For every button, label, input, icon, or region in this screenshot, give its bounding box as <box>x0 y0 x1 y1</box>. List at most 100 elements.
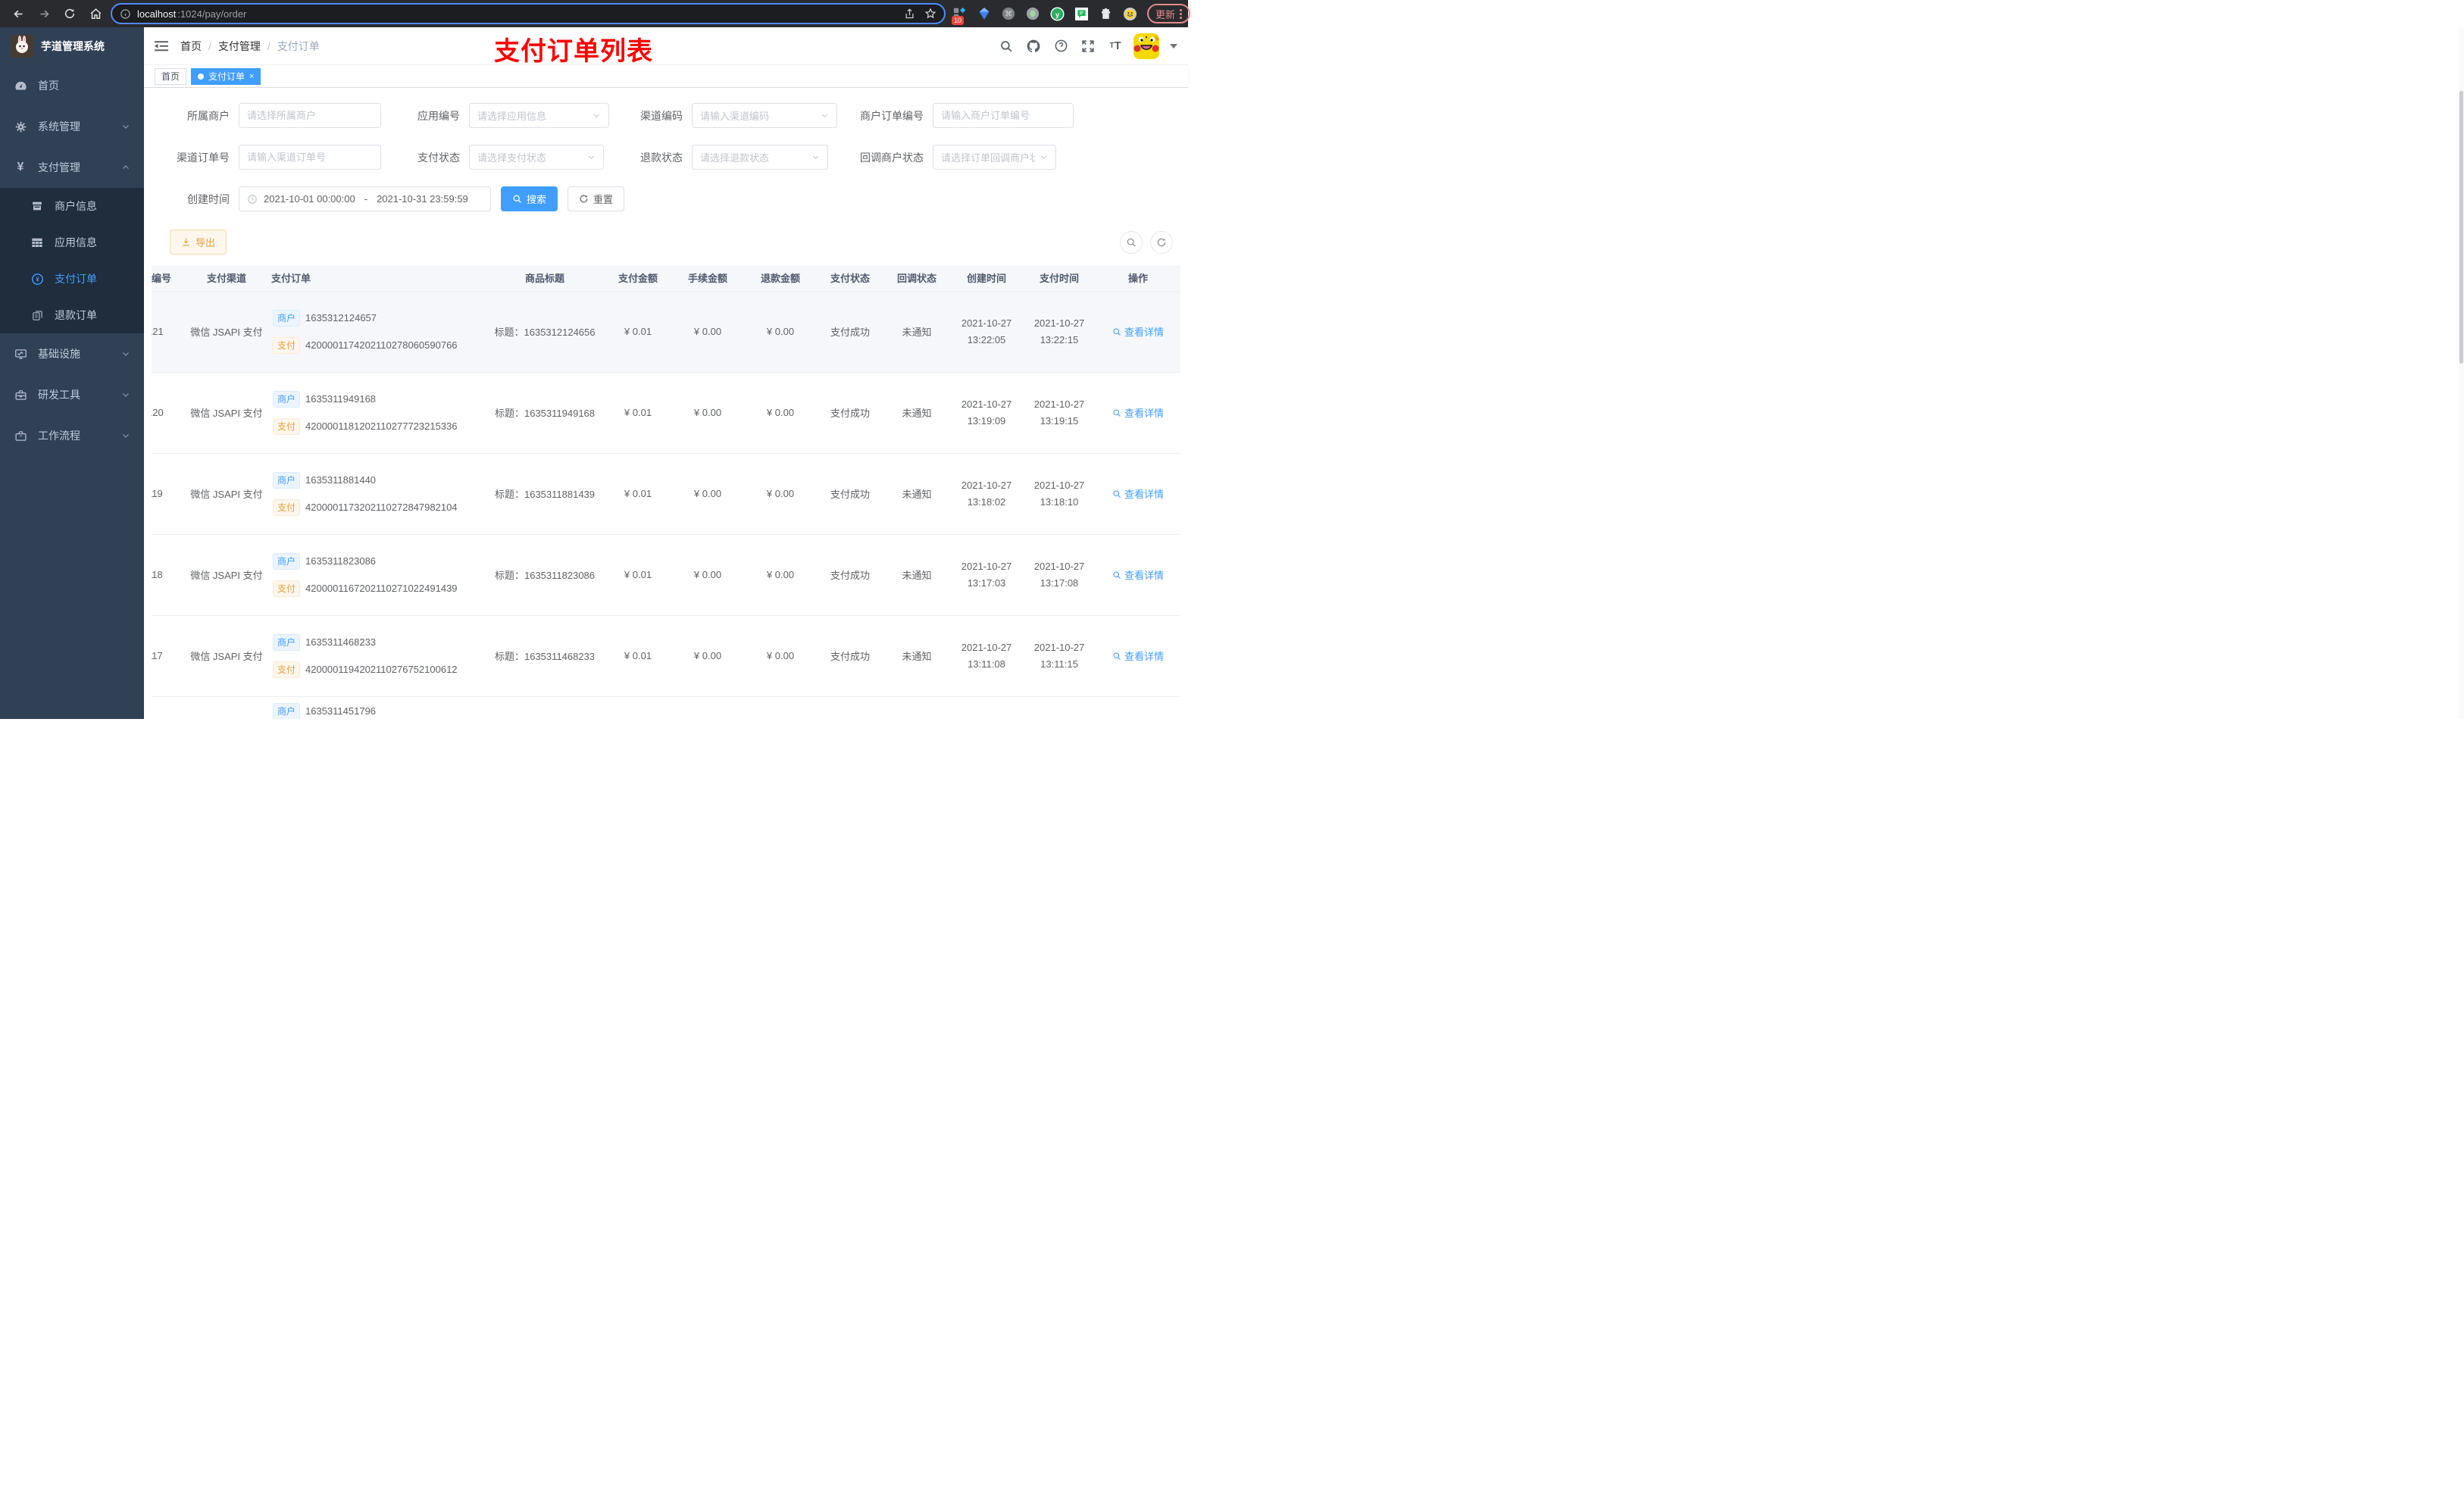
fullscreen-icon[interactable] <box>1079 37 1097 55</box>
browser-menu-icon[interactable] <box>1180 8 1183 19</box>
range-separator: - <box>364 193 368 205</box>
extensions-puzzle-icon[interactable] <box>1096 4 1115 23</box>
table-toolbar: 导出 <box>144 228 1188 262</box>
pay-channel: 微信 JSAPI 支付 <box>182 615 271 697</box>
back-icon[interactable] <box>8 3 29 24</box>
address-bar[interactable]: localhost:1024/pay/order <box>111 3 946 24</box>
range-start: 2021-10-01 00:00:00 <box>264 193 355 205</box>
extension-grid-icon[interactable]: 10 <box>950 4 970 25</box>
extension-y-icon[interactable]: y <box>1047 4 1067 23</box>
sidebar-item-label: 退款订单 <box>55 309 97 321</box>
refund-amount: ¥ 0.00 <box>744 534 817 616</box>
pay-order-no: 4200001174202110278060590766 <box>305 339 458 351</box>
chevron-down-icon <box>121 349 130 358</box>
extension-record-icon[interactable] <box>1023 4 1043 23</box>
site-info-icon[interactable] <box>120 8 131 20</box>
view-detail-link[interactable]: 查看详情 <box>1112 649 1164 663</box>
breadcrumb-home[interactable]: 首页 <box>180 39 202 54</box>
sidebar-item-app-info[interactable]: 应用信息 <box>0 224 144 261</box>
home-icon[interactable] <box>85 3 106 24</box>
merchant-order-input-field[interactable] <box>941 110 1065 121</box>
sidebar-item-label: 系统管理 <box>38 120 80 133</box>
pay-tag: 支付 <box>273 417 301 435</box>
view-detail-link[interactable]: 查看详情 <box>1112 324 1164 339</box>
bookmark-star-icon[interactable] <box>924 8 937 20</box>
search-button[interactable]: 搜索 <box>501 186 558 211</box>
refund-status-select[interactable]: 请选择退款状态 <box>692 145 828 170</box>
update-button[interactable]: 更新 <box>1147 4 1191 23</box>
created-date: 2021-10-27 <box>961 479 1012 491</box>
pay-order-no: 4200001181202110277723215336 <box>305 420 458 432</box>
app-select[interactable]: 请选择应用信息 <box>469 103 609 128</box>
col-actions: 操作 <box>1096 265 1180 292</box>
sidebar-item-refund-order[interactable]: 退款订单 <box>0 297 144 333</box>
refund-amount: ¥ 0.00 <box>744 615 817 697</box>
created-date: 2021-10-27 <box>961 641 1012 653</box>
refresh-button[interactable] <box>1150 230 1173 254</box>
github-icon[interactable] <box>1024 37 1043 55</box>
extension-chat-icon[interactable] <box>1071 4 1091 23</box>
active-dot-icon <box>198 73 205 80</box>
extension-gem-icon[interactable] <box>974 4 994 23</box>
sidebar-item-pay-order[interactable]: ¥ 支付订单 <box>0 261 144 297</box>
sidebar: 芋道管理系统 首页 系统管理 ¥ 支付管理 商户信息 应用信息 ¥ 支付订单 退… <box>0 27 144 719</box>
update-label: 更新 <box>1155 8 1176 20</box>
refund-amount: ¥ 0.00 <box>744 291 817 373</box>
merchant-input[interactable] <box>239 103 381 128</box>
orders-table: 编号 支付渠道 支付订单 商品标题 支付金额 手续金额 退款金额 支付状态 回调… <box>152 265 1180 719</box>
help-icon[interactable] <box>1052 37 1070 55</box>
order-id: 119 <box>152 488 163 499</box>
sidebar-item-workflow[interactable]: 工作流程 <box>0 415 144 456</box>
order-id: 118 <box>152 569 163 580</box>
view-detail-link[interactable]: 查看详情 <box>1112 405 1164 420</box>
created-time: 13:18:02 <box>967 495 1006 508</box>
callback-status: 未通知 <box>883 372 950 454</box>
pay-channel: 微信 JSAPI 支付 <box>182 291 271 373</box>
breadcrumb-payment[interactable]: 支付管理 <box>218 39 261 54</box>
profile-avatar-icon[interactable] <box>1120 4 1140 23</box>
share-icon[interactable] <box>904 8 915 20</box>
order-id: 120 <box>152 407 164 418</box>
view-detail-link[interactable]: 查看详情 <box>1112 486 1164 501</box>
export-button[interactable]: 导出 <box>170 230 227 255</box>
sidebar-item-label: 商户信息 <box>55 200 97 212</box>
show-search-button[interactable] <box>1120 230 1143 254</box>
merchant-order-input[interactable] <box>933 103 1074 128</box>
sidebar-item-infra[interactable]: 基础设施 <box>0 333 144 374</box>
page-title-annotation: 支付订单列表 <box>494 37 653 66</box>
callback-status-select[interactable]: 请选择订单回调商户状态 <box>933 145 1056 170</box>
forward-icon[interactable] <box>33 3 55 24</box>
sidebar-item-merchant-info[interactable]: 商户信息 <box>0 188 144 224</box>
reset-button[interactable]: 重置 <box>568 186 625 211</box>
sidebar-item-label: 应用信息 <box>55 236 97 248</box>
channel-order-input[interactable] <box>239 145 381 170</box>
tag-home[interactable]: 首页 <box>155 67 187 85</box>
extension-command-icon[interactable]: ⌘ <box>999 4 1018 23</box>
close-icon[interactable]: × <box>249 72 254 81</box>
reload-icon[interactable] <box>59 3 80 24</box>
page-scrollbar[interactable] <box>2459 27 2464 719</box>
pay-status-select[interactable]: 请选择支付状态 <box>469 145 604 170</box>
table-row: 商户 1635311451796 <box>152 696 1180 719</box>
scrollbar-thumb[interactable] <box>2459 91 2463 364</box>
user-avatar[interactable] <box>1134 33 1159 59</box>
font-size-icon[interactable]: TT <box>1106 37 1124 55</box>
channel-code-select[interactable]: 请输入渠道编码 <box>692 103 837 128</box>
merchant-input-field[interactable] <box>247 110 373 121</box>
channel-order-input-field[interactable] <box>247 152 373 163</box>
sidebar-item-payment[interactable]: ¥ 支付管理 <box>0 147 144 188</box>
search-icon[interactable] <box>997 37 1015 55</box>
toolbox-icon <box>14 389 27 402</box>
sidebar-item-system[interactable]: 系统管理 <box>0 106 144 147</box>
fee-amount: ¥ 0.00 <box>671 453 744 535</box>
sidebar-item-home[interactable]: 首页 <box>0 65 144 106</box>
user-menu-caret-icon[interactable] <box>1170 43 1177 48</box>
sidebar-toggle-icon[interactable] <box>155 40 168 52</box>
view-detail-link[interactable]: 查看详情 <box>1112 567 1164 582</box>
sidebar-item-label: 基础设施 <box>38 348 80 360</box>
tag-pay-order[interactable]: 支付订单 × <box>191 67 261 85</box>
create-time-range-picker[interactable]: 2021-10-01 00:00:00 - 2021-10-31 23:59:5… <box>239 186 491 211</box>
merchant-order-no: 1635312124657 <box>305 312 377 324</box>
table-header-row: 编号 支付渠道 支付订单 商品标题 支付金额 手续金额 退款金额 支付状态 回调… <box>152 265 1180 292</box>
sidebar-item-dev-tools[interactable]: 研发工具 <box>0 374 144 415</box>
